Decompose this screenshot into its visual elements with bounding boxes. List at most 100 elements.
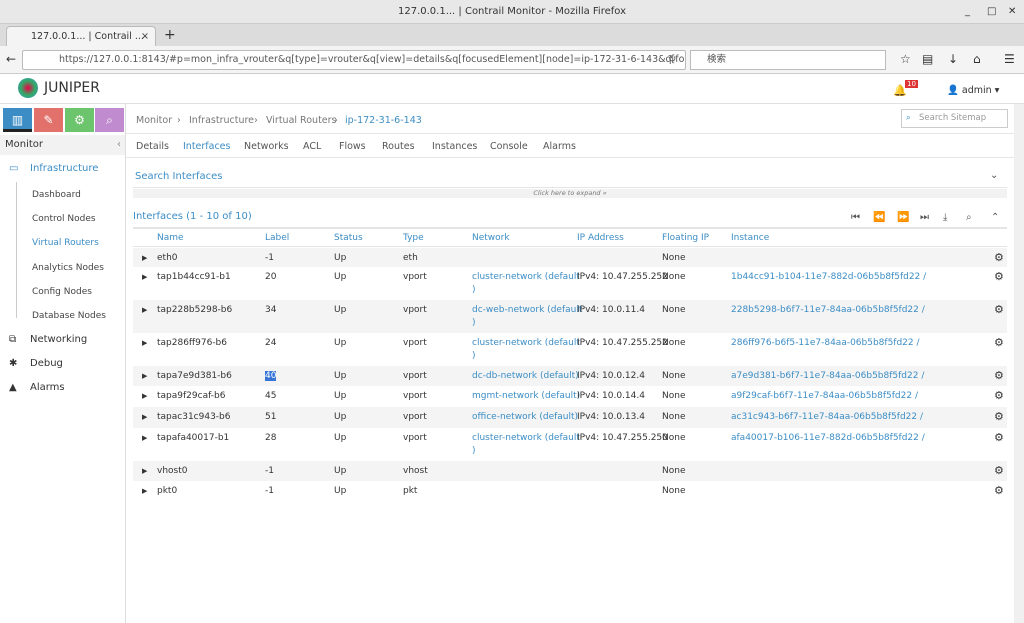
- column-header-ip-address[interactable]: IP Address: [577, 233, 624, 243]
- gear-icon[interactable]: ⚙: [994, 484, 1004, 497]
- gear-icon[interactable]: ⚙: [994, 336, 1004, 349]
- sidebar-item-dashboard[interactable]: Dashboard: [32, 190, 81, 200]
- configure-button[interactable]: ✎: [34, 108, 63, 132]
- gear-icon[interactable]: ⚙: [994, 464, 1004, 477]
- scrollbar[interactable]: [1014, 104, 1024, 623]
- cell-network[interactable]: dc-web-network (default: [472, 305, 582, 315]
- cell-instance[interactable]: afa40017-b106-11e7-882d-06b5b8f5fd22 /: [731, 433, 925, 443]
- cell-network[interactable]: cluster-network (default: [472, 272, 580, 282]
- expand-row-icon[interactable]: ▶: [142, 434, 147, 442]
- sidebar-item-infrastructure[interactable]: ▭ Infrastructure: [0, 158, 125, 180]
- breadcrumb-virtual-routers[interactable]: Virtual Routers: [266, 115, 337, 126]
- back-icon[interactable]: ←: [6, 52, 16, 66]
- gear-icon[interactable]: ⚙: [994, 410, 1004, 423]
- tab-routes[interactable]: Routes: [382, 141, 415, 152]
- tab-acl[interactable]: ACL: [303, 141, 321, 152]
- prev-page-icon[interactable]: ⏪: [873, 212, 885, 223]
- column-header-type[interactable]: Type: [403, 233, 424, 243]
- expand-row-icon[interactable]: ▶: [142, 306, 147, 314]
- breadcrumb-infrastructure[interactable]: Infrastructure: [189, 115, 254, 126]
- home-icon[interactable]: ⌂: [973, 52, 981, 66]
- cell-network[interactable]: cluster-network (default: [472, 433, 580, 443]
- tab-networks[interactable]: Networks: [244, 141, 289, 152]
- sidebar-item-virtual-routers[interactable]: Virtual Routers: [32, 238, 99, 248]
- expand-row-icon[interactable]: ▶: [142, 392, 147, 400]
- sitemap-search-input[interactable]: ⌕ Search Sitemap: [901, 109, 1008, 128]
- gear-icon[interactable]: ⚙: [994, 303, 1004, 316]
- browser-search-input[interactable]: 検索: [690, 50, 886, 70]
- first-page-icon[interactable]: ⏮: [851, 212, 860, 223]
- sidebar-item-analytics-nodes[interactable]: Analytics Nodes: [32, 263, 104, 273]
- cell-network[interactable]: mgmt-network (default): [472, 391, 580, 401]
- chevron-down-icon[interactable]: ⌄: [990, 170, 998, 181]
- monitor-button[interactable]: ▥: [3, 108, 32, 132]
- export-icon[interactable]: ⤓: [943, 212, 947, 223]
- menu-icon[interactable]: ☰: [1004, 52, 1015, 66]
- sidebar-item-networking[interactable]: ⧉ Networking: [0, 329, 125, 351]
- cell-network[interactable]: office-network (default): [472, 412, 578, 422]
- next-page-icon[interactable]: ⏩: [897, 212, 909, 223]
- gear-icon[interactable]: ⚙: [994, 251, 1004, 264]
- breadcrumb-monitor[interactable]: Monitor: [136, 115, 172, 126]
- column-header-name[interactable]: Name: [157, 233, 184, 243]
- cell-instance[interactable]: 286ff976-b6f5-11e7-84aa-06b5b8f5fd22 /: [731, 338, 920, 348]
- cell-instance[interactable]: 1b44cc91-b104-11e7-882d-06b5b8f5fd22 /: [731, 272, 926, 282]
- clipboard-icon[interactable]: ▤: [922, 52, 933, 66]
- minimize-button[interactable]: _: [965, 0, 970, 24]
- cell-network-cont[interactable]: ): [472, 446, 476, 456]
- column-header-instance[interactable]: Instance: [731, 233, 769, 243]
- expand-row-icon[interactable]: ▶: [142, 273, 147, 281]
- tab-flows[interactable]: Flows: [339, 141, 366, 152]
- column-header-network[interactable]: Network: [472, 233, 510, 243]
- expand-row-icon[interactable]: ▶: [142, 487, 147, 495]
- tab-details[interactable]: Details: [136, 141, 169, 152]
- search-interfaces-panel[interactable]: [133, 166, 1007, 188]
- cell-network-cont[interactable]: ): [472, 285, 476, 295]
- close-tab-icon[interactable]: ×: [141, 27, 149, 46]
- tab-interfaces[interactable]: Interfaces: [183, 141, 230, 152]
- sidebar-item-config-nodes[interactable]: Config Nodes: [32, 287, 92, 297]
- gear-icon[interactable]: ⚙: [994, 389, 1004, 402]
- url-input[interactable]: https://127.0.0.1:8143/#p=mon_infra_vrou…: [22, 50, 686, 70]
- collapse-grid-icon[interactable]: ⌃: [991, 212, 999, 223]
- settings-button[interactable]: ⚙: [65, 108, 94, 132]
- maximize-button[interactable]: □: [987, 0, 996, 24]
- expand-row-icon[interactable]: ▶: [142, 467, 147, 475]
- expand-row-icon[interactable]: ▶: [142, 413, 147, 421]
- query-button[interactable]: ⌕: [95, 108, 124, 132]
- search-panel-title[interactable]: Search Interfaces: [135, 171, 223, 182]
- cell-network-cont[interactable]: ): [472, 318, 476, 328]
- expand-row-icon[interactable]: ▶: [142, 372, 147, 380]
- expand-row-icon[interactable]: ▶: [142, 254, 147, 262]
- cell-network[interactable]: dc-db-network (default): [472, 371, 579, 381]
- cell-instance[interactable]: a7e9d381-b6f7-11e7-84aa-06b5b8f5fd22 /: [731, 371, 924, 381]
- search-icon[interactable]: ⌕: [966, 212, 972, 223]
- cell-network[interactable]: cluster-network (default: [472, 338, 580, 348]
- expand-row-icon[interactable]: ▶: [142, 339, 147, 347]
- close-button[interactable]: ✕: [1008, 0, 1016, 24]
- cell-instance[interactable]: 228b5298-b6f7-11e7-84aa-06b5b8f5fd22 /: [731, 305, 925, 315]
- column-header-floating-ip[interactable]: Floating IP: [662, 233, 709, 243]
- cell-instance[interactable]: a9f29caf-b6f7-11e7-84aa-06b5b8f5fd22 /: [731, 391, 918, 401]
- cell-network-cont[interactable]: ): [472, 351, 476, 361]
- gear-icon[interactable]: ⚙: [994, 431, 1004, 444]
- gear-icon[interactable]: ⚙: [994, 270, 1004, 283]
- gear-icon[interactable]: ⚙: [994, 369, 1004, 382]
- expand-bar[interactable]: Click here to expand »: [133, 189, 1007, 198]
- new-tab-button[interactable]: +: [164, 27, 176, 43]
- sidebar-item-alarms[interactable]: ▲ Alarms: [0, 377, 125, 399]
- bookmark-star-icon[interactable]: ☆: [900, 52, 911, 66]
- column-header-status[interactable]: Status: [334, 233, 363, 243]
- cell-instance[interactable]: ac31c943-b6f7-11e7-84aa-06b5b8f5fd22 /: [731, 412, 923, 422]
- download-icon[interactable]: ↓: [948, 52, 958, 66]
- user-menu[interactable]: 👤 admin ▾: [947, 85, 999, 96]
- sidebar-item-database-nodes[interactable]: Database Nodes: [32, 311, 106, 321]
- tab-console[interactable]: Console: [490, 141, 528, 152]
- reload-icon[interactable]: ↻: [668, 54, 676, 65]
- last-page-icon[interactable]: ⏭: [920, 212, 929, 223]
- sidebar-item-control-nodes[interactable]: Control Nodes: [32, 214, 96, 224]
- sidebar-item-debug[interactable]: ✱ Debug: [0, 353, 125, 375]
- tab-alarms[interactable]: Alarms: [543, 141, 576, 152]
- collapse-icon[interactable]: ‹: [117, 135, 121, 155]
- tab-instances[interactable]: Instances: [432, 141, 477, 152]
